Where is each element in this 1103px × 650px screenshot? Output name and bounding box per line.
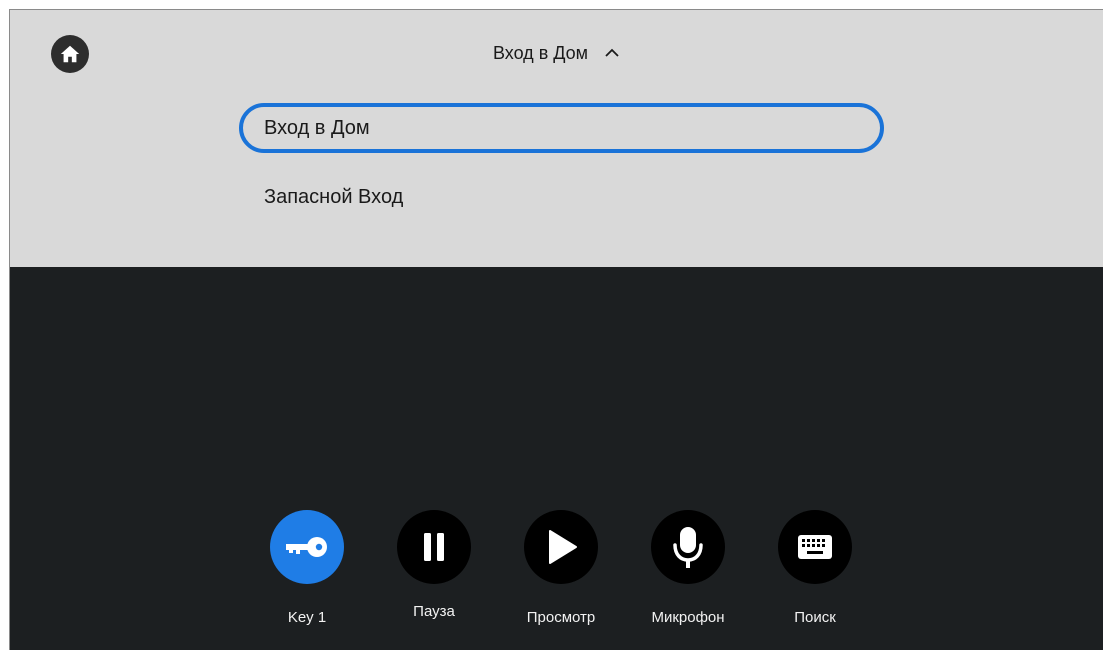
- control-label: Просмотр: [526, 609, 596, 626]
- dropdown-title: Вход в Дом: [492, 42, 589, 63]
- chevron-up-icon: [604, 48, 620, 58]
- control-key: Key 1: [257, 510, 357, 626]
- control-label: Поиск: [794, 609, 836, 626]
- control-pause: Пауза: [384, 510, 484, 620]
- keyboard-icon: [798, 535, 832, 559]
- control-search: Поиск: [765, 510, 865, 626]
- dropdown-option-spare-entrance[interactable]: Запасной Вход: [239, 172, 884, 222]
- option-label: Запасной Вход: [264, 185, 404, 208]
- play-button[interactable]: [524, 510, 598, 584]
- control-view: Просмотр: [511, 510, 611, 626]
- intercom-screen: Вход в Дом Вход в Дом Запасной Вход Key …: [9, 9, 1103, 650]
- control-label: Key 1: [287, 609, 327, 626]
- microphone-icon: [673, 527, 703, 568]
- keyboard-button[interactable]: [778, 510, 852, 584]
- option-label: Вход в Дом: [264, 116, 370, 139]
- key-button[interactable]: [270, 510, 344, 584]
- key-icon: [286, 537, 327, 557]
- play-icon: [549, 530, 577, 564]
- pause-button[interactable]: [397, 510, 471, 584]
- entrance-selector-panel: Вход в Дом Вход в Дом Запасной Вход: [10, 10, 1103, 267]
- dropdown-option-main-entrance[interactable]: Вход в Дом: [239, 103, 884, 153]
- control-label: Пауза: [413, 603, 455, 620]
- pause-icon: [424, 533, 444, 561]
- control-label: Микрофон: [651, 609, 725, 626]
- microphone-button[interactable]: [651, 510, 725, 584]
- control-microphone: Микрофон: [638, 510, 738, 626]
- entrance-dropdown[interactable]: Вход в Дом: [10, 40, 1103, 66]
